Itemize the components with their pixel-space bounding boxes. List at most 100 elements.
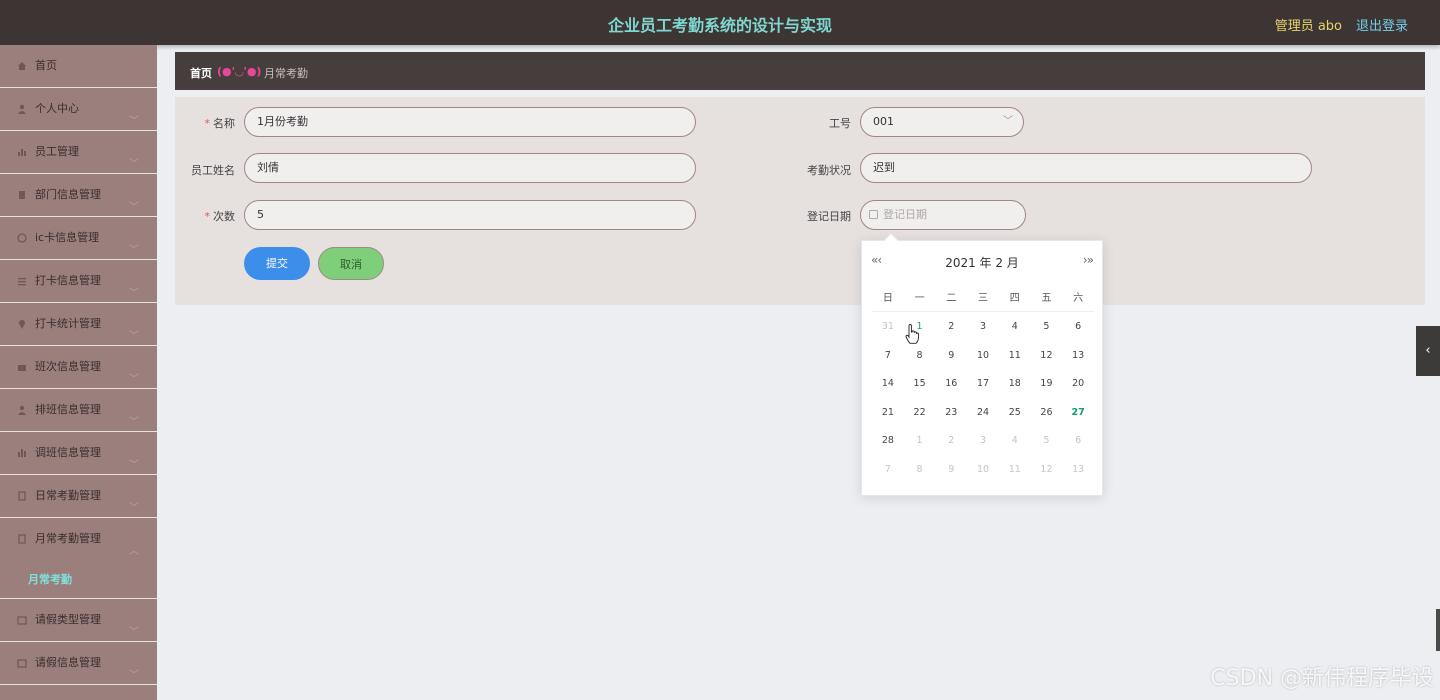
calendar-day[interactable]: 3 bbox=[967, 426, 999, 455]
folder-icon bbox=[17, 616, 27, 625]
weekday-header: 日 一 二 三 四 五 六 bbox=[872, 288, 1094, 312]
calendar-day[interactable]: 5 bbox=[1031, 426, 1063, 455]
sidebar-item-employees[interactable]: 员工管理 ﹀ bbox=[0, 131, 157, 174]
calendar-week-row: 28 1 2 3 4 5 6 bbox=[872, 426, 1094, 455]
calendar-day[interactable]: 2 bbox=[935, 426, 967, 455]
clock-icon bbox=[17, 233, 27, 243]
calendar-day[interactable]: 26 bbox=[1031, 398, 1063, 427]
calendar-day[interactable]: 23 bbox=[935, 398, 967, 427]
calendar-day[interactable]: 9 bbox=[935, 341, 967, 370]
weekday-label: 日 bbox=[882, 293, 893, 304]
calendar-day[interactable]: 18 bbox=[999, 369, 1031, 398]
calendar-day[interactable]: 14 bbox=[872, 369, 904, 398]
empname-input[interactable]: 刘倩 bbox=[244, 153, 696, 183]
sidebar-item-shift-change[interactable]: 调班信息管理 ﹀ bbox=[0, 432, 157, 475]
calendar-day[interactable]: 13 bbox=[1062, 341, 1094, 370]
calendar-day[interactable]: 28 bbox=[872, 426, 904, 455]
sidebar-item-label: 日常考勤管理 bbox=[35, 489, 101, 502]
user-icon bbox=[18, 104, 26, 114]
sidebar-item-leave-info[interactable]: 请假信息管理 ﹀ bbox=[0, 642, 157, 685]
calendar-day[interactable]: 20 bbox=[1062, 369, 1094, 398]
calendar-day[interactable]: 22 bbox=[904, 398, 936, 427]
date-label: 登记日期 bbox=[807, 210, 851, 223]
sidebar-item-schedule[interactable]: 排班信息管理 ﹀ bbox=[0, 389, 157, 432]
weekday-label: 三 bbox=[978, 293, 989, 304]
breadcrumb-home[interactable]: 首页 bbox=[190, 65, 212, 81]
calendar-day-today[interactable]: 27 bbox=[1062, 398, 1094, 427]
name-input[interactable]: 1月份考勤 bbox=[244, 107, 696, 137]
status-input[interactable]: 迟到 bbox=[860, 153, 1312, 183]
sidebar-item-iccard[interactable]: ic卡信息管理 ﹀ bbox=[0, 217, 157, 260]
sidebar-item-label: 请假信息管理 bbox=[35, 656, 101, 669]
calendar-day[interactable]: 7 bbox=[872, 455, 904, 484]
calendar-day[interactable]: 4 bbox=[999, 426, 1031, 455]
side-edge-handle[interactable] bbox=[1436, 609, 1440, 651]
calendar-day[interactable]: 21 bbox=[872, 398, 904, 427]
sidebar-item-department[interactable]: 部门信息管理 ﹀ bbox=[0, 174, 157, 217]
empno-value: 001 bbox=[873, 115, 894, 128]
calendar-day[interactable]: 2 bbox=[935, 312, 967, 341]
sidebar-item-shift[interactable]: 班次信息管理 ﹀ bbox=[0, 346, 157, 389]
calendar-day[interactable]: 13 bbox=[1062, 455, 1094, 484]
weekday-label: 四 bbox=[1009, 293, 1020, 304]
doc-icon bbox=[18, 491, 26, 501]
hand-cursor-icon bbox=[905, 324, 919, 344]
calendar-day[interactable]: 11 bbox=[999, 341, 1031, 370]
calendar-day[interactable]: 24 bbox=[967, 398, 999, 427]
date-picker-popup: «‹ 2021 年 2 月 ›» 日 一 二 三 四 五 六 31 1 2 3 … bbox=[861, 232, 1103, 496]
calendar-day[interactable]: 9 bbox=[935, 455, 967, 484]
date-input[interactable]: 登记日期 bbox=[860, 200, 1026, 230]
calendar-day[interactable]: 15 bbox=[904, 369, 936, 398]
count-input[interactable]: 5 bbox=[244, 200, 696, 230]
calendar-day[interactable]: 6 bbox=[1062, 312, 1094, 341]
sidebar-item-personal[interactable]: 个人中心 ﹀ bbox=[0, 88, 157, 131]
sidebar-item-label: 打卡信息管理 bbox=[35, 274, 101, 287]
calendar-day[interactable]: 4 bbox=[999, 312, 1031, 341]
calendar-day[interactable]: 31 bbox=[872, 312, 904, 341]
next-month-button[interactable]: ›» bbox=[1083, 253, 1094, 267]
calendar-week-row: 21 22 23 24 25 26 27 bbox=[872, 398, 1094, 427]
pin-icon bbox=[19, 320, 25, 329]
sidebar-item-leave-type[interactable]: 请假类型管理 ﹀ bbox=[0, 599, 157, 642]
breadcrumb: 首页 (●'◡'●) 月常考勤 bbox=[175, 52, 1425, 90]
logout-link[interactable]: 退出登录 bbox=[1356, 15, 1408, 34]
sidebar-item-label: 个人中心 bbox=[35, 102, 79, 115]
calendar-day[interactable]: 8 bbox=[904, 341, 936, 370]
side-collapse-tab[interactable]: ‹ bbox=[1416, 326, 1440, 376]
empno-select[interactable]: 001 ﹀ bbox=[860, 107, 1024, 137]
calendar-day[interactable]: 5 bbox=[1031, 312, 1063, 341]
calendar-week-row: 7 8 9 10 11 12 13 bbox=[872, 455, 1094, 484]
sidebar-item-punch[interactable]: 打卡信息管理 ﹀ bbox=[0, 260, 157, 303]
sidebar-item-home[interactable]: 首页 bbox=[0, 45, 157, 88]
empname-label: 员工姓名 bbox=[191, 164, 235, 177]
calendar-day[interactable]: 10 bbox=[967, 341, 999, 370]
sidebar-item-punch-stats[interactable]: 打卡统计管理 ﹀ bbox=[0, 303, 157, 346]
date-picker-title: 2021 年 2 月 bbox=[945, 256, 1019, 270]
sidebar-item-monthly-attendance[interactable]: 月常考勤管理 ︿ bbox=[0, 518, 157, 561]
current-user[interactable]: 管理员 abo bbox=[1275, 15, 1342, 34]
sidebar-item-label: 班次信息管理 bbox=[35, 360, 101, 373]
calendar-day[interactable]: 12 bbox=[1031, 455, 1063, 484]
calendar-day[interactable]: 16 bbox=[935, 369, 967, 398]
calendar-day[interactable]: 7 bbox=[872, 341, 904, 370]
calendar-day[interactable]: 19 bbox=[1031, 369, 1063, 398]
sidebar-item-label: 排班信息管理 bbox=[35, 403, 101, 416]
calendar-day[interactable]: 8 bbox=[904, 455, 936, 484]
calendar-day[interactable]: 12 bbox=[1031, 341, 1063, 370]
cancel-button[interactable]: 取消 bbox=[318, 247, 384, 280]
sidebar-item-label: ic卡信息管理 bbox=[35, 231, 100, 244]
calendar-day[interactable]: 3 bbox=[967, 312, 999, 341]
chart-icon bbox=[18, 449, 26, 457]
sidebar-item-label: 首页 bbox=[35, 59, 57, 72]
calendar-day[interactable]: 11 bbox=[999, 455, 1031, 484]
sidebar-item-daily-attendance[interactable]: 日常考勤管理 ﹀ bbox=[0, 475, 157, 518]
chevron-up-icon: ︿ bbox=[129, 546, 139, 557]
calendar-day[interactable]: 6 bbox=[1062, 426, 1094, 455]
watermark: CSDN @新伟程序毕设 bbox=[1210, 666, 1434, 691]
submit-button[interactable]: 提交 bbox=[244, 247, 310, 280]
calendar-day[interactable]: 25 bbox=[999, 398, 1031, 427]
calendar-grid: 日 一 二 三 四 五 六 31 1 2 3 4 5 6 7 8 9 10 11… bbox=[872, 288, 1094, 484]
calendar-day[interactable]: 17 bbox=[967, 369, 999, 398]
calendar-day[interactable]: 1 bbox=[904, 426, 936, 455]
calendar-day[interactable]: 10 bbox=[967, 455, 999, 484]
